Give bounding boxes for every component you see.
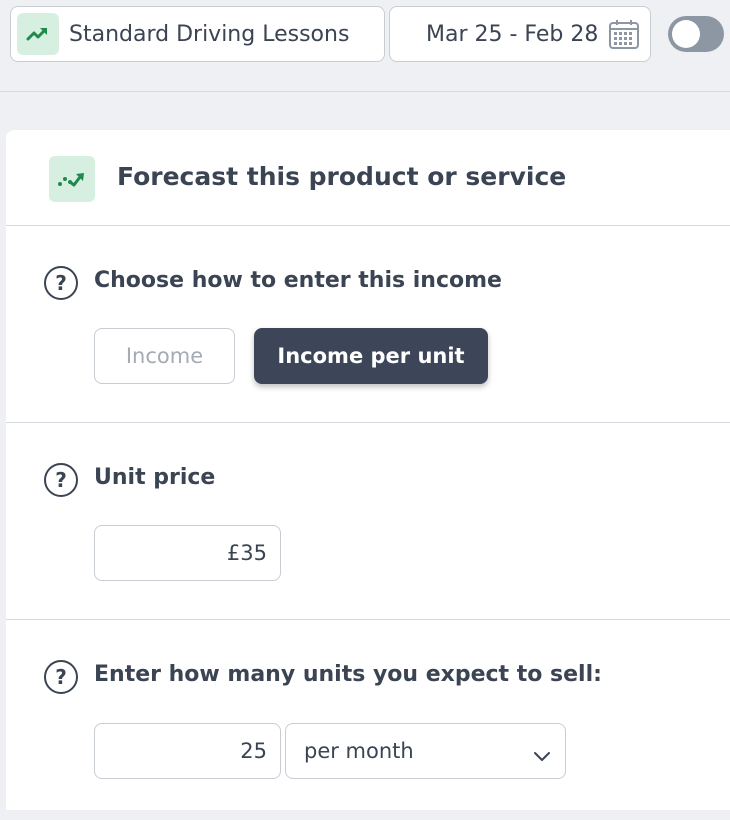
unit-price-section: ? Unit price (6, 423, 730, 620)
entry-method-label: Choose how to enter this income (94, 268, 502, 293)
date-range-label: Mar 25 - Feb 28 (426, 21, 599, 47)
toggle-knob (672, 20, 700, 48)
units-input[interactable] (94, 723, 281, 779)
entry-method-section: ? Choose how to enter this income Income… (6, 226, 730, 423)
trending-up-icon (17, 13, 59, 55)
product-selector[interactable]: Standard Driving Lessons (10, 6, 385, 62)
trend-forecast-icon (49, 156, 95, 202)
date-range-selector[interactable]: Mar 25 - Feb 28 (389, 6, 651, 62)
period-select[interactable]: per month (285, 723, 566, 779)
card-title: Forecast this product or service (117, 162, 567, 191)
forecast-card: Forecast this product or service ? Choos… (6, 130, 730, 810)
help-icon[interactable]: ? (44, 463, 78, 497)
income-option-button[interactable]: Income (94, 328, 235, 384)
unit-price-input[interactable] (94, 525, 281, 581)
units-section: ? Enter how many units you expect to sel… (6, 620, 730, 820)
unit-price-label: Unit price (94, 465, 216, 490)
help-icon[interactable]: ? (44, 660, 78, 694)
help-icon[interactable]: ? (44, 266, 78, 300)
period-select-value: per month (304, 739, 414, 763)
card-header: Forecast this product or service (6, 130, 730, 226)
product-selector-label: Standard Driving Lessons (69, 21, 350, 47)
top-bar: Standard Driving Lessons Mar 25 - Feb 28 (0, 0, 730, 92)
calendar-icon (608, 20, 640, 54)
units-label: Enter how many units you expect to sell: (94, 662, 602, 687)
view-toggle[interactable] (668, 16, 724, 52)
chevron-down-icon (533, 744, 551, 768)
income-per-unit-option-button[interactable]: Income per unit (254, 328, 488, 384)
